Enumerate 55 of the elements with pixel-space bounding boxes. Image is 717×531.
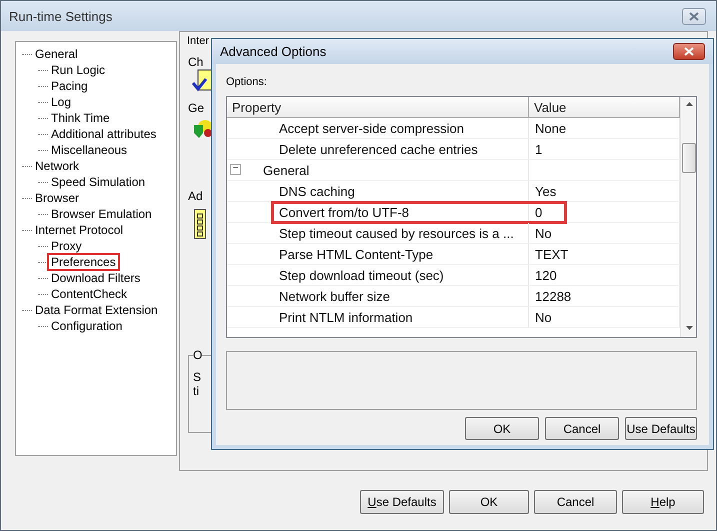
tree-item[interactable]: Think Time [49,111,112,125]
tree-item[interactable]: Network [33,159,82,173]
tree-item[interactable]: Preferences [49,255,118,269]
shield-icon [192,119,214,139]
section-label: Ch [188,55,204,69]
tree-item[interactable]: Configuration [49,319,124,333]
options-label: Options: [226,76,268,88]
dialog-title: Advanced Options [220,44,326,59]
column-header[interactable]: Value [529,97,680,117]
tree-item[interactable]: Proxy [49,239,84,253]
dialog-button[interactable]: Cancel [534,490,617,514]
dialog-button[interactable]: Help [622,490,704,514]
close-button[interactable] [682,8,706,24]
tree-item[interactable]: Browser [33,191,82,205]
dialog-button[interactable]: Cancel [545,417,619,440]
property-name: Step timeout caused by resources is a ... [227,223,529,243]
dialog-button[interactable]: OK [465,417,539,440]
scrollbar[interactable] [680,97,696,337]
list-icon [194,209,206,239]
tree-item[interactable]: General [33,47,80,61]
tree-item[interactable]: ContentCheck [49,287,130,301]
tree-item[interactable]: Internet Protocol [33,223,126,237]
tree-item[interactable]: Pacing [49,79,90,93]
close-icon [684,47,694,56]
dialog-button[interactable]: Use Defaults [360,490,444,514]
dialog-button[interactable]: OK [449,490,529,514]
checklist-icon [192,69,214,93]
close-button[interactable] [673,43,705,60]
property-name: Delete unreferenced cache entries [227,139,529,159]
tree-item[interactable]: Miscellaneous [49,143,130,157]
property-name: Accept server-side compression [227,118,529,138]
column-header[interactable]: Property [227,97,529,117]
collapse-toggle[interactable]: − [230,164,241,175]
property-name: Convert from/to UTF-8 [227,202,529,222]
group-label: Inter [186,35,210,47]
tree-item[interactable]: Log [49,95,74,109]
tree-item[interactable]: Additional attributes [49,127,158,141]
section-label: Ge [188,101,204,115]
property-name: Print NTLM information [227,307,529,327]
group-label: O [193,348,202,362]
tree-item[interactable]: Browser Emulation [49,207,154,221]
tree-item[interactable]: Speed Simulation [49,175,148,189]
dialog-button[interactable]: Use Defaults [625,417,697,440]
property-name: Parse HTML Content-Type [227,244,529,264]
description-text: ti [193,384,200,398]
close-icon [689,12,699,20]
description-text: S [193,370,202,384]
tree-item[interactable]: Download Filters [49,271,142,285]
window-title: Run-time Settings [9,8,112,24]
tree-item[interactable]: Run Logic [49,63,108,77]
property-name: Step download timeout (sec) [227,265,529,285]
property-name: DNS caching [227,181,529,201]
section-label: Ad [188,189,203,203]
property-name: Network buffer size [227,286,529,306]
tree-item[interactable]: Data Format Extension [33,303,160,317]
